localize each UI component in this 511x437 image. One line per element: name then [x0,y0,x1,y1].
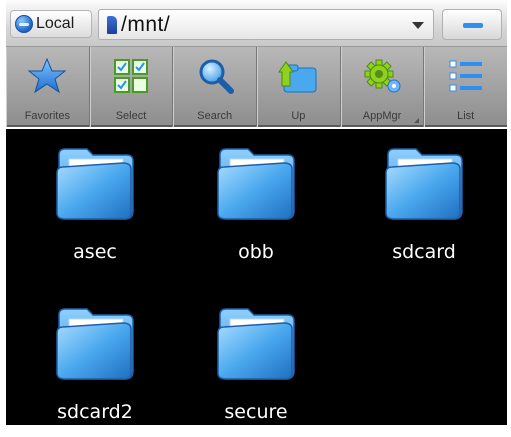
file-name: obb [238,241,274,263]
local-button-label: Local [36,15,75,32]
file-name: secure [224,401,288,423]
search-label: Search [197,110,233,122]
appmgr-button[interactable]: AppMgr [341,47,425,127]
up-label: Up [291,110,306,122]
path-dropdown[interactable]: /mnt/ [98,9,434,40]
list-view-icon [449,60,482,92]
folder-item[interactable]: sdcard2 [20,297,170,437]
path-bar: Local /mnt/ [6,0,507,47]
current-path: /mnt/ [121,12,171,36]
folder-icon [217,148,295,220]
favorites-button[interactable]: Favorites [6,47,90,127]
gear-icon [364,59,401,93]
folder-item[interactable]: sdcard [349,137,499,277]
folder-item[interactable]: secure [181,297,331,437]
folder-icon [217,308,295,380]
select-label: Select [115,110,147,122]
minus-button[interactable] [442,9,502,40]
favorites-label: Favorites [24,110,70,122]
more-corner-icon [414,118,420,123]
folder-icon [56,148,134,220]
local-button[interactable]: Local [10,10,92,38]
folder-icon [56,308,134,380]
list-label: List [457,110,475,122]
folder-up-icon [278,61,317,93]
folder-item[interactable]: obb [181,137,331,277]
file-grid: asec obb sdcard sdcard2 secure [6,129,507,425]
select-grid-icon [114,59,148,93]
star-icon [27,57,67,94]
file-manager-window: Local /mnt/ Favorites Select Search Up A… [6,0,507,425]
minus-icon [463,23,483,28]
file-name: sdcard2 [57,401,133,423]
file-name: sdcard [392,241,456,263]
toolbar: Favorites Select Search Up AppMgr List [6,47,507,127]
search-icon [199,59,234,94]
file-name: asec [73,241,117,263]
dropdown-arrow-icon[interactable] [412,22,424,29]
select-button[interactable]: Select [90,47,174,127]
search-button[interactable]: Search [173,47,258,127]
up-button[interactable]: Up [257,47,341,127]
list-view-button[interactable]: List [424,47,507,127]
folder-icon [385,148,463,220]
globe-icon [15,15,33,33]
appmgr-label: AppMgr [362,110,402,122]
sdcard-icon [107,15,117,34]
folder-item[interactable]: asec [20,137,170,277]
